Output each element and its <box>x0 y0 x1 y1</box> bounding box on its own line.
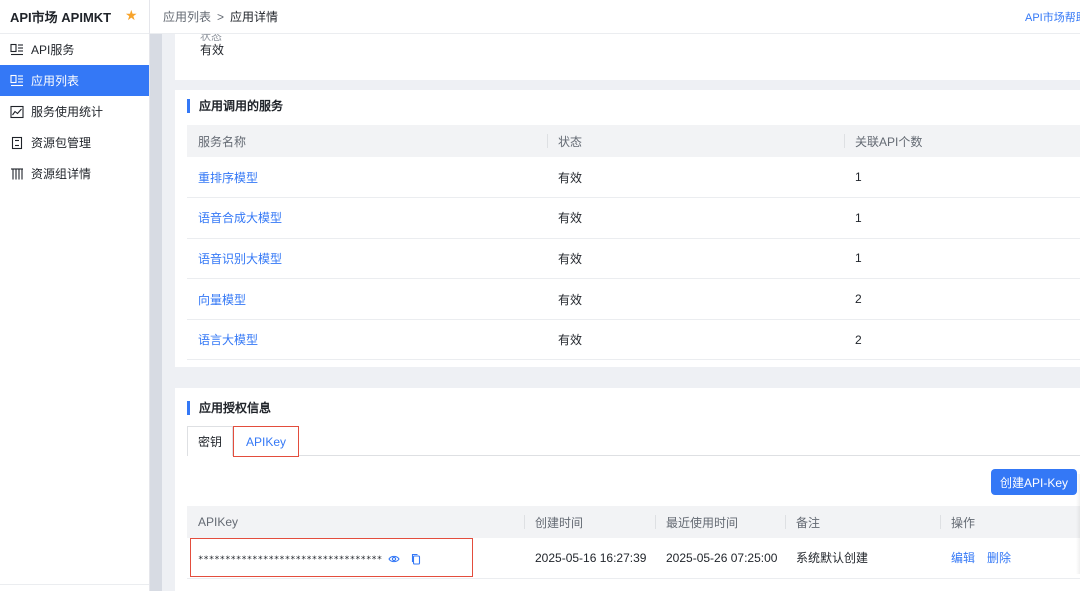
operations-cell: 编辑 删除 <box>940 538 1080 579</box>
column-header: 服务名称 <box>187 125 547 157</box>
edge-shadow <box>1076 474 1080 574</box>
table-row: 语音合成大模型 有效 1 <box>187 197 1080 239</box>
service-name-link[interactable]: 语言大模型 <box>187 319 547 361</box>
sidebar-item-label: 资源组详情 <box>31 167 92 181</box>
column-header: 关联API个数 <box>844 125 1080 157</box>
column-header: 操作 <box>940 506 1080 538</box>
remark: 系统默认创建 <box>785 538 940 579</box>
package-icon <box>10 136 24 150</box>
breadcrumb-separator: > <box>217 10 225 24</box>
service-name-link[interactable]: 语音合成大模型 <box>187 197 547 239</box>
services-table: 服务名称 状态 关联API个数 重排序模型 有效 1 语音合成大模型 有效 1 … <box>187 125 1080 361</box>
table-header-row: 服务名称 状态 关联API个数 <box>187 125 1080 157</box>
sidebar-item-usage-stats[interactable]: 服务使用统计 <box>0 96 149 127</box>
chart-icon <box>10 105 24 119</box>
service-name-link[interactable]: 语音识别大模型 <box>187 238 547 280</box>
service-status: 有效 <box>547 157 844 199</box>
service-status: 有效 <box>547 319 844 361</box>
sidebar-item-label: API服务 <box>31 43 75 57</box>
top-header: 应用列表 > 应用详情 <box>150 0 1080 34</box>
api-service-icon <box>10 43 24 57</box>
apikey-cell: ********************************** <box>187 538 524 579</box>
app-list-icon <box>10 74 24 88</box>
service-status: 有效 <box>547 238 844 280</box>
delete-link[interactable]: 删除 <box>987 551 1011 565</box>
edit-link[interactable]: 编辑 <box>951 551 975 565</box>
last-used-time: 2025-05-26 07:25:00 <box>655 538 785 579</box>
favorite-star-icon[interactable]: ★ <box>125 7 138 24</box>
service-api-count: 1 <box>844 157 1080 199</box>
tab-secret[interactable]: 密钥 <box>187 426 233 456</box>
auth-title: 应用授权信息 <box>187 401 271 415</box>
masked-api-key: ********************************** <box>198 554 383 565</box>
service-api-count: 2 <box>844 319 1080 361</box>
table-row: 语音识别大模型 有效 1 <box>187 238 1080 280</box>
breadcrumb-parent-link[interactable]: 应用列表 <box>163 10 211 24</box>
sidebar-item-api-service[interactable]: API服务 <box>0 34 149 65</box>
services-title: 应用调用的服务 <box>187 99 283 113</box>
service-api-count: 1 <box>844 197 1080 239</box>
auth-card: 应用授权信息 密钥 APIKey 创建API-Key APIKey 创建时间 最… <box>175 388 1080 591</box>
table-row: 向量模型 有效 2 <box>187 278 1080 320</box>
column-header: 备注 <box>785 506 940 538</box>
key-actions <box>388 553 422 565</box>
sidebar-item-app-list[interactable]: 应用列表 <box>0 65 149 96</box>
sidebar-item-resource-group[interactable]: 资源组详情 <box>0 158 149 189</box>
column-header: APIKey <box>187 506 524 538</box>
service-status: 有效 <box>547 197 844 239</box>
apikey-table: APIKey 创建时间 最近使用时间 备注 操作 ***************… <box>187 506 1080 579</box>
sidebar-divider <box>0 584 149 585</box>
status-value: 有效 <box>200 43 225 57</box>
sidebar-nav: API服务 应用列表 服务使用统计 资源包管理 资源组详情 <box>0 34 149 189</box>
main-content[interactable]: 状态 有效 应用调用的服务 服务名称 状态 关联API个数 重排序模型 有效 1 <box>162 34 1080 591</box>
created-time: 2025-05-16 16:27:39 <box>524 538 655 579</box>
column-header: 状态 <box>547 125 844 157</box>
sidebar-item-label: 资源包管理 <box>31 136 92 150</box>
resource-group-icon <box>10 167 24 181</box>
tab-apikey[interactable]: APIKey <box>233 426 299 457</box>
service-api-count: 2 <box>844 278 1080 320</box>
sidebar-item-label: 应用列表 <box>31 74 80 88</box>
service-name-link[interactable]: 重排序模型 <box>187 157 547 199</box>
help-link[interactable]: API市场帮助 <box>1025 9 1080 25</box>
breadcrumb: 应用列表 > 应用详情 <box>163 8 278 25</box>
table-row: 语言大模型 有效 2 <box>187 319 1080 361</box>
sidebar-item-label: 服务使用统计 <box>31 105 104 119</box>
service-status: 有效 <box>547 278 844 320</box>
column-header: 最近使用时间 <box>655 506 785 538</box>
app-status-card: 状态 有效 <box>175 34 1080 80</box>
service-name-link[interactable]: 向量模型 <box>187 278 547 320</box>
table-header-row: APIKey 创建时间 最近使用时间 备注 操作 <box>187 506 1080 538</box>
eye-icon[interactable] <box>388 553 400 565</box>
create-api-key-button[interactable]: 创建API-Key <box>991 469 1077 495</box>
brand-title: API市场 APIMKT <box>10 10 112 25</box>
table-row: 重排序模型 有效 1 <box>187 157 1080 199</box>
sidebar: API市场 APIMKT ★ API服务 应用列表 服务使用统计 资源包管理 资… <box>0 0 150 591</box>
sidebar-item-package-mgmt[interactable]: 资源包管理 <box>0 127 149 158</box>
column-header: 创建时间 <box>524 506 655 538</box>
copy-icon[interactable] <box>410 553 422 565</box>
service-api-count: 1 <box>844 238 1080 280</box>
services-card: 应用调用的服务 服务名称 状态 关联API个数 重排序模型 有效 1 语音合成大… <box>175 90 1080 367</box>
breadcrumb-current: 应用详情 <box>230 10 279 24</box>
content-gutter <box>150 34 162 591</box>
table-row: ********************************** 2025-… <box>187 538 1080 579</box>
auth-tabs: 密钥 APIKey <box>187 426 1080 457</box>
